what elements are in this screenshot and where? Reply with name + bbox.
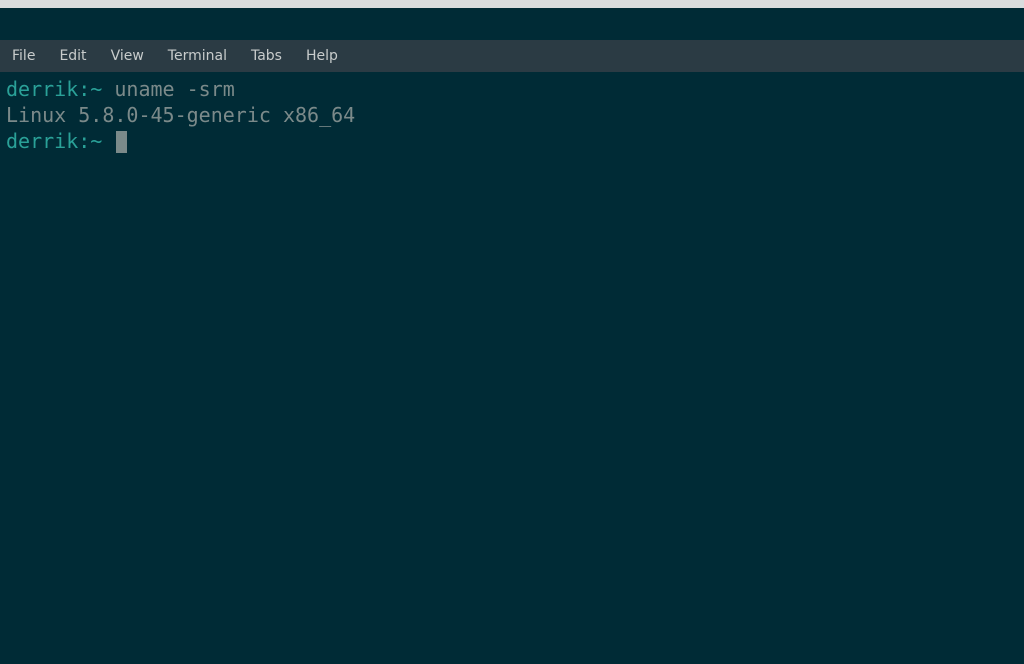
terminal-area[interactable]: derrik:~ uname -srm Linux 5.8.0-45-gener…	[0, 72, 1024, 664]
prompt: derrik:~	[6, 77, 102, 101]
cursor-block-icon	[116, 131, 127, 153]
menu-view[interactable]: View	[99, 42, 156, 70]
prompt: derrik:~	[6, 129, 114, 153]
menu-help[interactable]: Help	[294, 42, 350, 70]
command-output: Linux 5.8.0-45-generic x86_64	[6, 103, 355, 127]
menu-file[interactable]: File	[10, 42, 47, 70]
menu-edit[interactable]: Edit	[47, 42, 98, 70]
terminal-line-2: Linux 5.8.0-45-generic x86_64	[6, 102, 1018, 128]
terminal-line-3: derrik:~	[6, 128, 1018, 154]
menubar: File Edit View Terminal Tabs Help	[0, 40, 1024, 72]
window-titlebar	[0, 0, 1024, 8]
menu-tabs[interactable]: Tabs	[239, 42, 294, 70]
menu-terminal[interactable]: Terminal	[156, 42, 239, 70]
command-text: uname -srm	[102, 77, 234, 101]
terminal-line-1: derrik:~ uname -srm	[6, 76, 1018, 102]
